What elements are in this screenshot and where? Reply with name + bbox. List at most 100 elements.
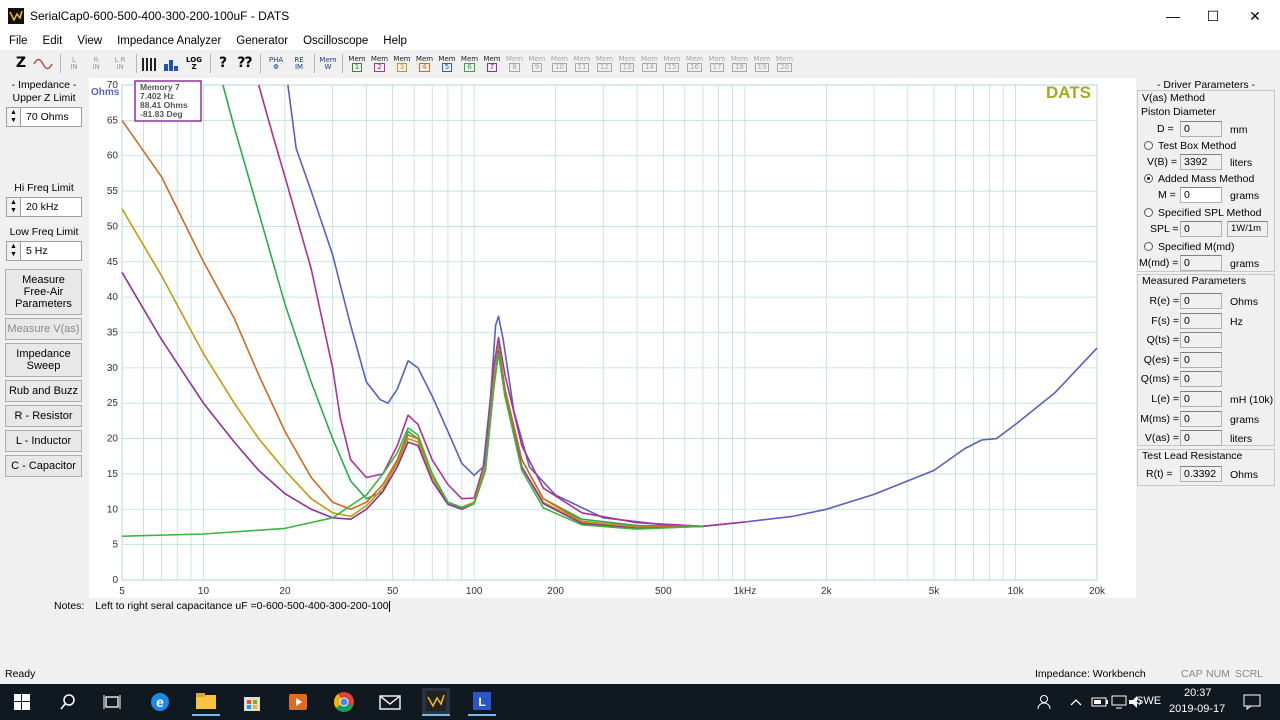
phase-button[interactable]: PHA Φ <box>266 53 286 74</box>
capacitor-button[interactable]: C - Capacitor <box>5 455 82 477</box>
task-view-icon[interactable] <box>98 688 126 716</box>
mmd-radio[interactable] <box>1144 242 1153 251</box>
measured-param-field[interactable]: 0 <box>1180 332 1222 349</box>
memory-20-button[interactable]: Mem 20 <box>775 53 795 74</box>
memory-1-button[interactable]: Mem 1 <box>347 53 367 74</box>
impedance-plot[interactable]: 0510152025303540455055606570 5 10 20 50 100 2… <box>89 78 1136 598</box>
memory-17-button[interactable]: Mem 17 <box>707 53 727 74</box>
edge-browser-icon[interactable]: e <box>146 688 174 716</box>
rub-and-buzz-button[interactable]: Rub and Buzz <box>5 380 82 402</box>
impedance-chart[interactable]: 0 5 10 15 20 25 30 35 40 45 50 55 60 65 70 5 10 20 50 100 2… <box>89 78 1136 598</box>
spinner-arrows-icon[interactable]: ▲ ▼ <box>7 242 21 260</box>
impedance-sweep-button[interactable]: Impedance Sweep <box>5 343 82 377</box>
histogram-icon[interactable] <box>162 53 180 74</box>
bar-meter-icon[interactable] <box>140 53 158 74</box>
close-button[interactable]: ✕ <box>1232 0 1278 32</box>
vb-field[interactable]: 3392 <box>1180 154 1222 170</box>
taskbar-date[interactable]: 2019-09-17 <box>1169 703 1225 715</box>
memory-button-number: 3 <box>396 62 408 72</box>
mail-icon[interactable] <box>376 688 404 716</box>
notes-text-field[interactable]: Left to right seral capacitance uF =0-60… <box>95 600 388 612</box>
sine-wave-icon[interactable] <box>32 53 54 74</box>
memory-3-button[interactable]: Mem 3 <box>392 53 412 74</box>
mem-w-button[interactable]: Mem W <box>318 53 338 74</box>
low-freq-spinner[interactable]: ▲ ▼ 5 Hz <box>6 241 82 261</box>
maximize-button[interactable]: ☐ <box>1190 0 1236 32</box>
impedance-z-button[interactable]: Z <box>12 53 30 74</box>
context-help-icon[interactable]: ⁇ <box>236 53 254 74</box>
memory-13-button[interactable]: Mem 13 <box>617 53 637 74</box>
measured-param-field[interactable]: 0 <box>1180 410 1222 427</box>
measured-param-label: Q(es) = <box>1143 353 1179 366</box>
right-in-button[interactable]: R IN <box>88 53 104 74</box>
app-window: SerialCap0-600-500-400-300-200-100uF - D… <box>0 0 1280 684</box>
left-right-in-button[interactable]: L R IN <box>110 53 130 74</box>
memory-9-button[interactable]: Mem 9 <box>527 53 547 74</box>
menu-generator[interactable]: Generator <box>227 35 294 47</box>
spl-field[interactable]: 0 <box>1180 221 1222 237</box>
test-box-radio[interactable] <box>1144 141 1153 150</box>
memory-11-button[interactable]: Mem 11 <box>572 53 592 74</box>
memory-18-button[interactable]: Mem 18 <box>730 53 750 74</box>
measured-param-field[interactable]: 0 <box>1180 371 1222 388</box>
search-icon[interactable] <box>54 688 82 716</box>
resistor-button[interactable]: R - Resistor <box>5 405 82 427</box>
measured-param-field[interactable]: 0 <box>1180 391 1222 407</box>
added-mass-field[interactable]: 0 <box>1180 187 1222 203</box>
memory-10-button[interactable]: Mem 10 <box>550 53 570 74</box>
hi-freq-spinner[interactable]: ▲ ▼ 20 kHz <box>6 197 82 217</box>
piston-diameter-field[interactable]: 0 <box>1180 121 1222 137</box>
spl-method-radio[interactable] <box>1144 208 1153 217</box>
store-icon[interactable] <box>238 688 266 716</box>
spl-unit-field[interactable]: 1W/1m <box>1227 221 1268 237</box>
memory-5-button[interactable]: Mem 5 <box>437 53 457 74</box>
spinner-arrows-icon[interactable]: ▲ ▼ <box>7 108 21 126</box>
media-player-icon[interactable] <box>284 688 312 716</box>
left-in-button[interactable]: L IN <box>66 53 82 74</box>
chrome-icon[interactable] <box>330 688 358 716</box>
measured-param-field[interactable]: 0 <box>1180 312 1222 329</box>
memory-12-button[interactable]: Mem 12 <box>595 53 615 74</box>
real-imag-button[interactable]: RE IM <box>289 53 309 74</box>
memory-6-button[interactable]: Mem 6 <box>460 53 480 74</box>
app-taskbar-icon[interactable]: L <box>468 688 496 716</box>
measure-vas-button[interactable]: Measure V(as) <box>5 318 82 340</box>
spinner-arrows-icon[interactable]: ▲ ▼ <box>7 198 21 216</box>
memory-2-button[interactable]: Mem 2 <box>370 53 390 74</box>
y-tick-label: 65 <box>107 115 119 126</box>
measured-param-field[interactable]: 0 <box>1180 351 1222 368</box>
memory-7-button[interactable]: Mem 7 <box>482 53 502 74</box>
measured-param-field[interactable]: 0 <box>1180 430 1222 447</box>
language-indicator[interactable]: SWE <box>1136 695 1161 707</box>
y-tick-label: 15 <box>107 469 119 480</box>
spl-label: SPL = <box>1150 223 1179 235</box>
notification-icon[interactable] <box>1238 688 1266 716</box>
measured-param-field[interactable]: 0 <box>1180 293 1222 309</box>
memory-14-button[interactable]: Mem 14 <box>640 53 660 74</box>
upper-z-spinner[interactable]: ▲ ▼ 70 Ohms <box>6 107 82 127</box>
window-title: SerialCap0-600-500-400-300-200-100uF - D… <box>30 9 290 23</box>
menu-edit[interactable]: Edit <box>34 35 69 47</box>
file-explorer-icon[interactable] <box>192 688 220 716</box>
menu-view[interactable]: View <box>68 35 108 47</box>
memory-15-button[interactable]: Mem 15 <box>662 53 682 74</box>
help-icon[interactable]: ? <box>214 53 232 74</box>
menu-impedance-analyzer[interactable]: Impedance Analyzer <box>108 35 227 47</box>
added-mass-radio[interactable] <box>1144 174 1153 183</box>
rt-field[interactable]: 0.3392 <box>1180 466 1222 482</box>
mmd-field[interactable]: 0 <box>1180 255 1222 271</box>
memory-8-button[interactable]: Mem 8 <box>505 53 525 74</box>
dats-taskbar-icon[interactable] <box>422 688 450 716</box>
memory-19-button[interactable]: Mem 19 <box>752 53 772 74</box>
windows-start-icon[interactable] <box>8 688 36 716</box>
people-icon[interactable] <box>1030 688 1058 716</box>
menu-help[interactable]: Help <box>374 35 413 47</box>
menu-oscilloscope[interactable]: Oscilloscope <box>294 35 374 47</box>
taskbar-time[interactable]: 20:37 <box>1184 687 1212 699</box>
inductor-button[interactable]: L - Inductor <box>5 430 82 452</box>
log-z-button[interactable]: LOG Z <box>184 53 204 74</box>
menu-file[interactable]: File <box>0 35 34 47</box>
memory-4-button[interactable]: Mem 4 <box>415 53 435 74</box>
memory-16-button[interactable]: Mem 16 <box>685 53 705 74</box>
measure-free-air-button[interactable]: Measure Free-Air Parameters <box>5 269 82 315</box>
